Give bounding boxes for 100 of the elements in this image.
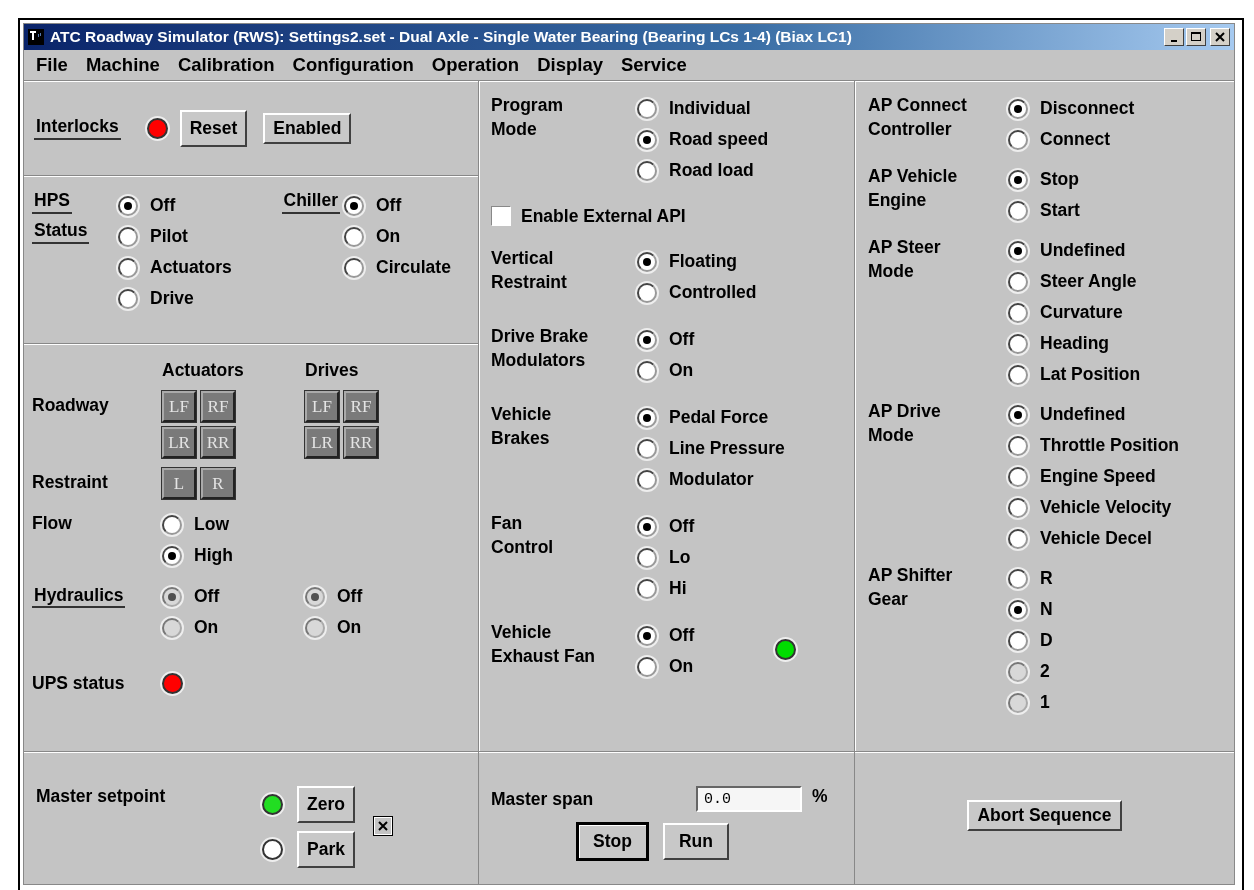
group-label: Program Mode: [491, 94, 564, 141]
radio-button[interactable]: [637, 251, 657, 272]
radio-button[interactable]: [637, 547, 657, 568]
menu-item[interactable]: Service: [615, 54, 695, 76]
close-button[interactable]: [1210, 28, 1230, 46]
option-label: Off: [669, 625, 695, 646]
radio-button[interactable]: [1008, 599, 1028, 620]
option-label: Off: [337, 586, 363, 607]
radio-button[interactable]: [637, 469, 657, 490]
radio-button[interactable]: [118, 288, 138, 309]
option-label: Pilot: [150, 226, 188, 247]
radio-button[interactable]: [118, 226, 138, 247]
checkbox[interactable]: [491, 206, 511, 226]
radio-button[interactable]: [1008, 364, 1028, 385]
menu-item[interactable]: Machine: [79, 54, 168, 76]
option-label: High: [194, 545, 233, 566]
radio-button[interactable]: [1008, 497, 1028, 518]
group-label: AP Shifter Gear: [868, 564, 954, 611]
radio-button[interactable]: [344, 257, 364, 278]
option-label: Engine Speed: [1040, 466, 1156, 487]
setpoint-button[interactable]: Zero: [297, 786, 355, 823]
stop-button[interactable]: Stop: [576, 822, 649, 861]
radio-button[interactable]: [1008, 98, 1028, 119]
radio-button[interactable]: [637, 160, 657, 181]
group-label: Vertical Restraint: [491, 247, 568, 294]
radio-button[interactable]: [344, 195, 364, 216]
menu-item[interactable]: Display: [531, 54, 611, 76]
option-label: Start: [1040, 200, 1080, 221]
radio-button[interactable]: [118, 195, 138, 216]
option-label: Road load: [669, 160, 754, 181]
radio-button[interactable]: [118, 257, 138, 278]
setpoint-button[interactable]: Park: [297, 831, 355, 868]
hps-link[interactable]: HPS: [32, 190, 72, 214]
option-label: Lat Position: [1040, 364, 1141, 385]
radio-button[interactable]: [1008, 302, 1028, 323]
window-title: ATC Roadway Simulator (RWS): Settings2.set - Dual Axle - Single Water Bearing (Bearing LCs 1-4) (Biax LC1): [50, 28, 853, 46]
radio-button[interactable]: [1008, 568, 1028, 589]
option-label: Line Pressure: [669, 438, 785, 459]
menu-item[interactable]: Configuration: [286, 54, 422, 76]
option-label: D: [1040, 630, 1053, 651]
radio-button[interactable]: [637, 329, 657, 350]
maximize-button[interactable]: [1186, 28, 1206, 46]
group-label: Fan Control: [491, 512, 555, 559]
radio-button[interactable]: [162, 545, 182, 566]
interlocks-link[interactable]: Interlocks: [34, 116, 121, 140]
option-label: Hi: [669, 578, 687, 599]
radio-button[interactable]: [1008, 129, 1028, 150]
menu-item[interactable]: File: [30, 54, 76, 76]
radio-button[interactable]: [637, 407, 657, 428]
option-label: 2: [1040, 661, 1050, 682]
app-icon: [28, 29, 44, 45]
radio-button[interactable]: [637, 98, 657, 119]
group-label: AP Vehicle Engine: [868, 165, 959, 212]
radio-button[interactable]: [637, 282, 657, 303]
group-label: Vehicle Exhaust Fan: [491, 621, 597, 668]
restraint-button[interactable]: R: [201, 468, 235, 499]
master-span-field[interactable]: 0.0: [696, 786, 802, 812]
radio-button[interactable]: [1008, 169, 1028, 190]
abort-sequence-button[interactable]: Abort Sequence: [967, 799, 1122, 831]
minimize-button[interactable]: [1164, 28, 1184, 46]
radio-button[interactable]: [1008, 435, 1028, 456]
option-label: Curvature: [1040, 302, 1123, 323]
unit-label: %: [812, 786, 828, 807]
radio-button[interactable]: [637, 625, 657, 646]
option-label: Actuators: [150, 257, 232, 278]
chiller-link[interactable]: Chiller: [281, 190, 340, 214]
enabled-button[interactable]: Enabled: [263, 112, 352, 144]
radio-button[interactable]: [1008, 240, 1028, 261]
option-label: N: [1040, 599, 1053, 620]
minimize-icon: [1171, 39, 1177, 42]
group-label: Drive Brake Modulators: [491, 325, 590, 372]
radio-button[interactable]: [637, 656, 657, 677]
option-label: Connect: [1040, 129, 1110, 150]
radio-button[interactable]: [637, 578, 657, 599]
hydraulics-link[interactable]: Hydraulics: [32, 585, 126, 608]
radio-button[interactable]: [1008, 271, 1028, 292]
radio-button[interactable]: [1008, 404, 1028, 425]
radio-button[interactable]: [637, 360, 657, 381]
radio-button[interactable]: [1008, 200, 1028, 221]
radio-button[interactable]: [637, 516, 657, 537]
reset-button[interactable]: Reset: [179, 109, 248, 147]
radio-button[interactable]: [637, 438, 657, 459]
row-label: UPS status: [32, 672, 126, 694]
radio-button[interactable]: [637, 129, 657, 150]
run-button[interactable]: Run: [662, 823, 729, 860]
radio-button[interactable]: [1008, 333, 1028, 354]
hps-link[interactable]: Status: [32, 220, 90, 244]
option-label: On: [194, 617, 219, 638]
option-label: Off: [669, 516, 695, 537]
menu-item[interactable]: Operation: [425, 54, 528, 76]
menu-item[interactable]: Calibration: [171, 54, 283, 76]
row-label: Restraint: [32, 471, 109, 493]
x-box-icon[interactable]: [372, 816, 393, 836]
radio-button[interactable]: [1008, 466, 1028, 487]
radio-button[interactable]: [1008, 630, 1028, 651]
radio-button[interactable]: [1008, 528, 1028, 549]
radio-button[interactable]: [344, 226, 364, 247]
radio-button[interactable]: [162, 514, 182, 535]
row-label: Flow: [32, 512, 73, 534]
option-label: Controlled: [669, 282, 757, 303]
